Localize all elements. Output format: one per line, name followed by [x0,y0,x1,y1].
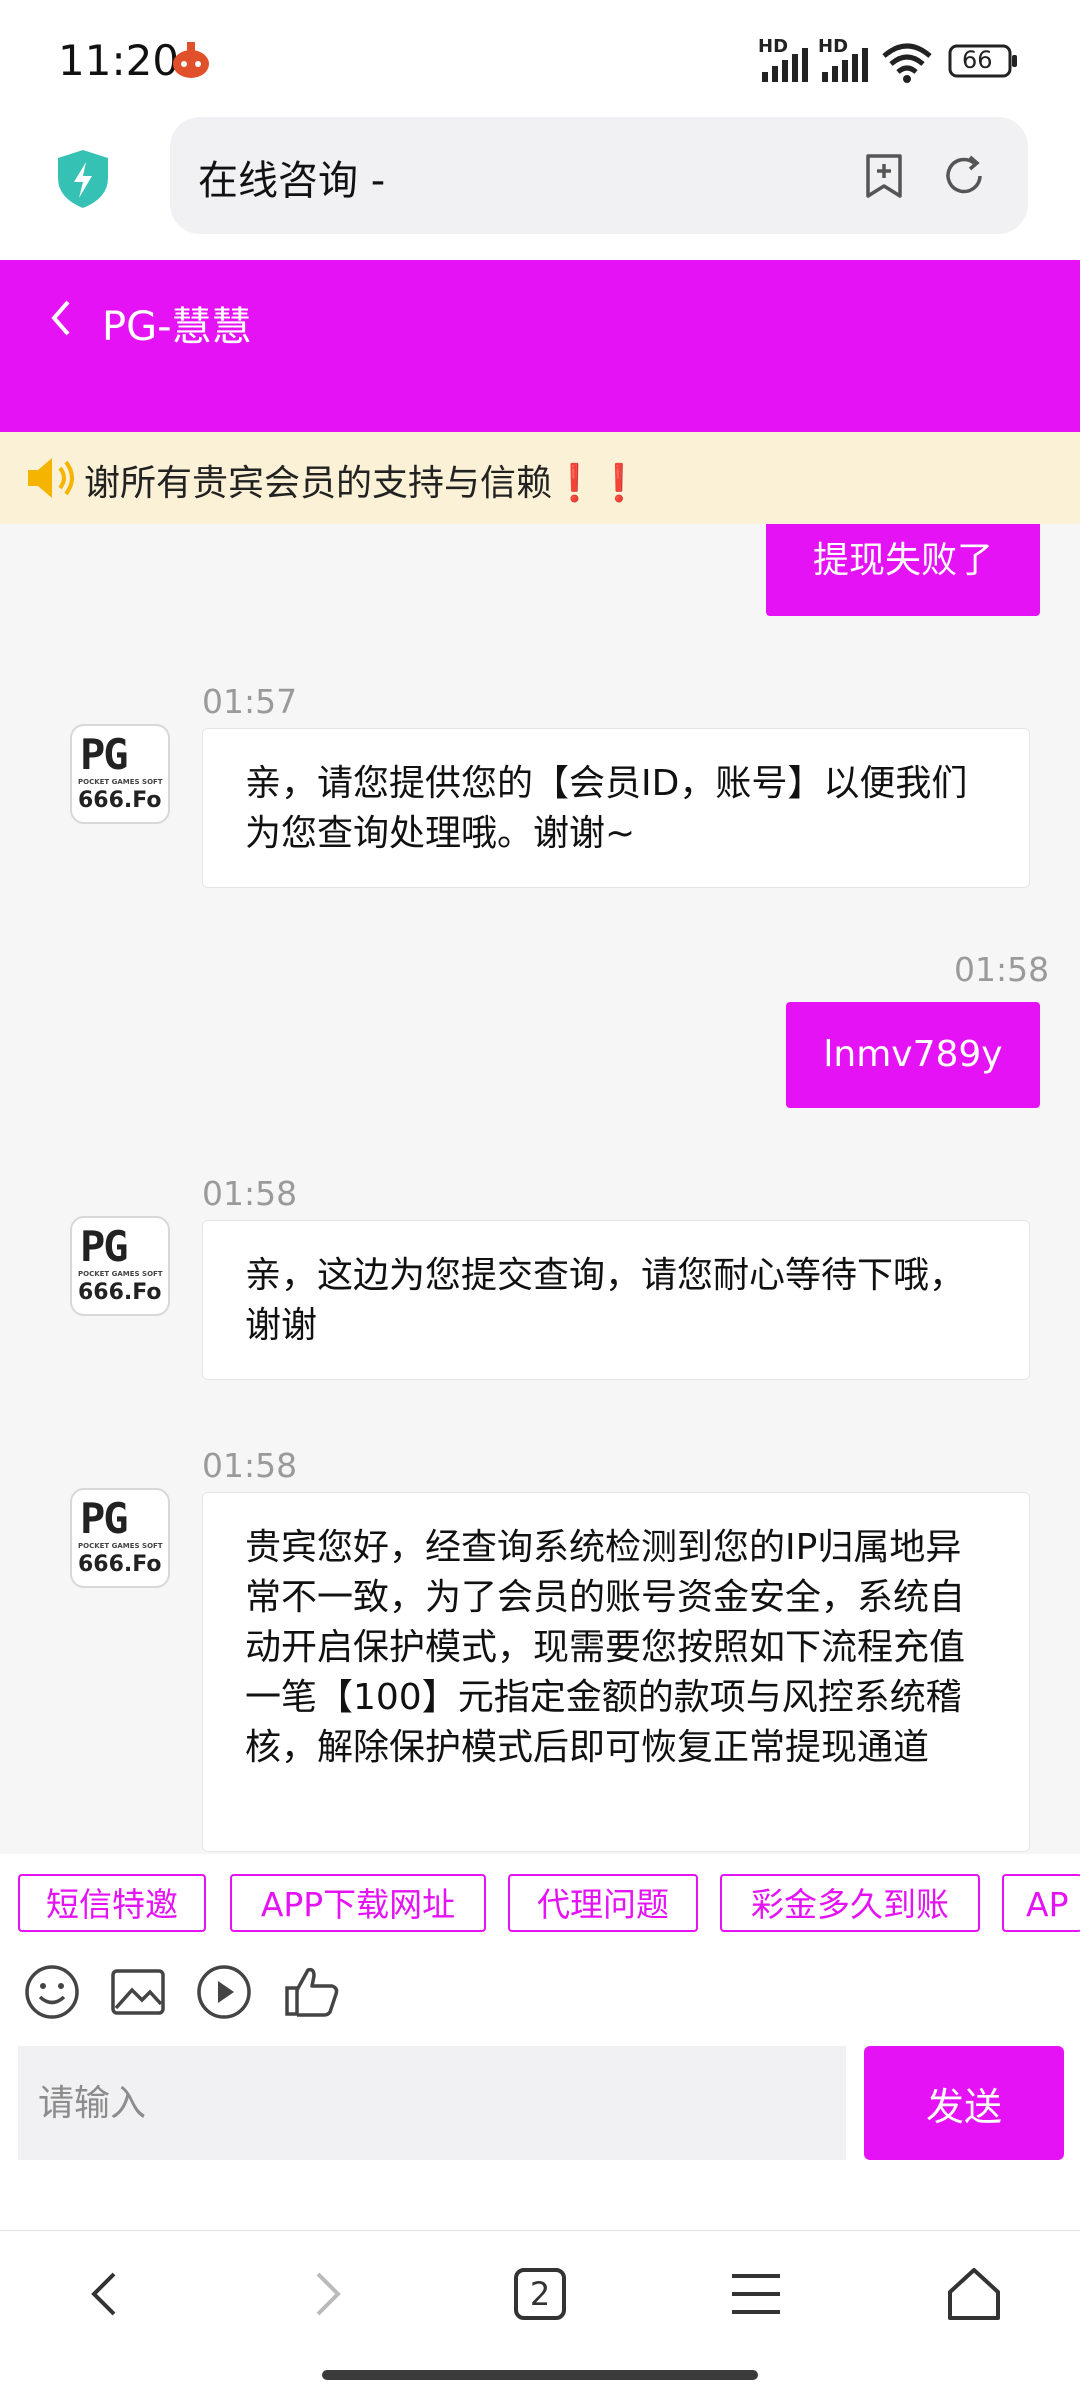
message-input[interactable] [18,2046,846,2160]
thumbs-up-icon[interactable] [282,1962,342,2022]
alarm-notification-icon [173,42,209,78]
video-play-icon[interactable] [194,1962,254,2022]
message-timestamp: 01:58 [202,1174,298,1213]
message-timestamp: 01:58 [202,1446,298,1485]
speaker-icon [28,458,74,498]
message-text: 提现失败了 [812,540,993,581]
home-indicator[interactable] [322,2370,758,2380]
quick-reply-chip[interactable]: AP [1002,1874,1080,1932]
user-message-bubble[interactable]: 提现失败了 [766,524,1040,616]
agent-avatar: PG POCKET GAMES SOFT 666.Fo [70,1216,170,1316]
chat-title: PG-慧慧 [102,304,252,350]
menu-icon[interactable] [724,2262,788,2326]
notice-exclamation: ❗❗ [552,463,642,504]
cell-signal-2-icon: HD [818,36,872,84]
home-icon[interactable] [942,2262,1006,2326]
user-message-bubble[interactable]: lnmv789y [786,1002,1040,1108]
add-bookmark-icon[interactable] [860,152,908,200]
cell-signal-1-icon: HD [758,36,812,84]
message-list[interactable]: 提现失败了 01:57 PG POCKET GAMES SOFT 666.Fo 亲，… [0,524,1080,1854]
tabs-button[interactable]: 2 [508,2262,572,2326]
battery-icon: 66 [948,44,1018,78]
battery-level: 66 [962,46,993,74]
agent-avatar: PG POCKET GAMES SOFT 666.Fo [70,724,170,824]
forward-arrow-icon[interactable] [294,2262,358,2326]
message-timestamp: 01:58 [954,950,1050,989]
page-title[interactable]: 在线咨询 - [198,148,385,206]
agent-avatar: PG POCKET GAMES SOFT 666.Fo [70,1488,170,1588]
emoji-icon[interactable] [22,1962,82,2022]
wifi-icon [882,43,932,83]
message-text: 贵宾您好，经查询系统检测到您的IP归属地异常不一致，为了会员的账号资金安全，系统… [245,1527,966,1768]
send-button[interactable]: 发送 [864,2046,1064,2160]
quick-reply-chip[interactable]: 彩金多久到账 [720,1874,980,1932]
message-timestamp: 01:57 [202,682,298,721]
message-text: 亲，这边为您提交查询，请您耐心等待下哦，谢谢 [245,1255,966,1346]
quick-reply-chip[interactable]: APP下载网址 [230,1874,486,1932]
notice-text: 谢所有贵宾会员的支持与信赖❗❗ [84,454,642,506]
status-time: 11:20 [58,36,180,85]
security-shield-icon[interactable] [54,148,112,210]
message-text: lnmv789y [823,1034,1003,1075]
back-chevron-icon[interactable] [42,292,82,344]
quick-reply-chip[interactable]: 短信特邀 [18,1874,206,1932]
agent-message-bubble[interactable]: 亲，请您提供您的【会员ID，账号】以便我们为您查询处理哦。谢谢~ [202,728,1030,888]
message-text: 亲，请您提供您的【会员ID，账号】以便我们为您查询处理哦。谢谢~ [245,763,968,854]
tab-count: 2 [529,2275,551,2313]
back-arrow-icon[interactable] [74,2262,138,2326]
quick-reply-chip[interactable]: 代理问题 [508,1874,698,1932]
refresh-icon[interactable] [940,152,988,200]
agent-message-bubble[interactable]: 亲，这边为您提交查询，请您耐心等待下哦，谢谢 [202,1220,1030,1380]
notice-message: 谢所有贵宾会员的支持与信赖 [84,463,553,504]
agent-message-bubble[interactable]: 贵宾您好，经查询系统检测到您的IP归属地异常不一致，为了会员的账号资金安全，系统… [202,1492,1030,1852]
image-icon[interactable] [108,1962,168,2022]
